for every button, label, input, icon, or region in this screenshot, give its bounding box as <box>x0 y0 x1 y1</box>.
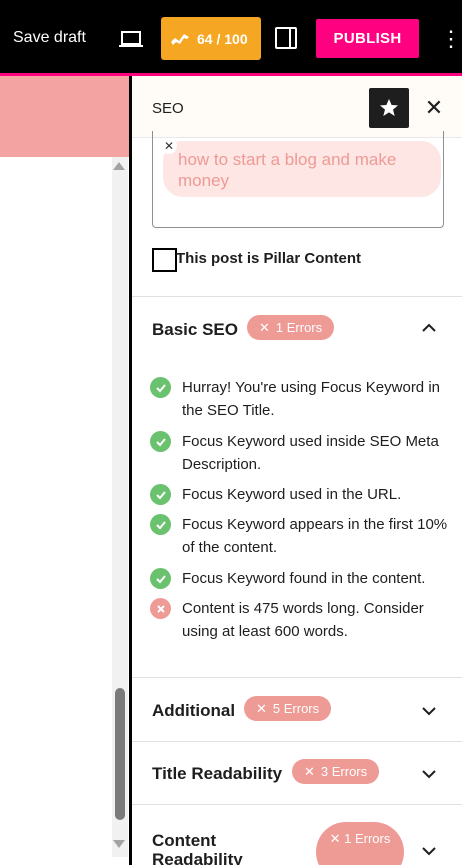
more-options-icon[interactable]: ⋮ <box>440 24 462 54</box>
remove-keyword-icon[interactable]: ✕ <box>161 138 177 154</box>
check-item: Focus Keyword used inside SEO Meta Descr… <box>150 430 450 476</box>
divider <box>132 741 462 742</box>
check-text: Focus Keyword found in the content. <box>182 570 426 587</box>
check-success-icon <box>150 431 171 452</box>
chevron-up-icon[interactable] <box>421 320 437 336</box>
pin-star-button[interactable] <box>369 88 409 128</box>
title-readability-error-badge: ✕ 3 Errors <box>292 759 380 784</box>
check-success-icon <box>150 377 171 398</box>
check-error-icon <box>150 598 171 619</box>
check-text: Content is 475 words long. Consider usin… <box>182 600 424 640</box>
editor-canvas[interactable] <box>0 76 129 865</box>
error-x-icon: ✕ <box>256 700 267 716</box>
error-x-icon: ✕ <box>304 763 315 779</box>
check-item: Content is 475 words long. Consider usin… <box>150 597 450 643</box>
check-item: Focus Keyword used in the URL. <box>150 483 450 506</box>
chevron-down-icon[interactable] <box>421 766 437 782</box>
content-readability-error-badge: ✕ 1 Errors <box>316 822 404 865</box>
editor-selected-block[interactable] <box>0 76 129 157</box>
save-draft-button[interactable]: Save draft <box>13 29 86 47</box>
check-success-icon <box>150 484 171 505</box>
divider <box>132 804 462 805</box>
additional-error-badge: ✕ 5 Errors <box>244 696 332 721</box>
rank-math-icon <box>171 33 189 45</box>
pillar-content-label: This post is Pillar Content <box>176 250 362 267</box>
error-count: 5 Errors <box>272 701 320 716</box>
check-item: Focus Keyword found in the content. <box>150 567 450 590</box>
sidebar-title: SEO <box>152 100 184 117</box>
error-count: 1 Errors <box>344 831 391 846</box>
scroll-thumb[interactable] <box>115 688 125 820</box>
basic-seo-error-badge: ✕ 1 Errors <box>247 315 335 340</box>
scroll-down-arrow-icon[interactable] <box>113 840 125 848</box>
seo-score-button[interactable]: 64 / 100 <box>161 17 261 60</box>
star-icon <box>380 99 398 116</box>
error-count: 1 Errors <box>275 320 323 335</box>
check-text: Hurray! You're using Focus Keyword in th… <box>182 379 440 419</box>
content-readability-title[interactable]: Content Readability <box>152 831 272 865</box>
pillar-content-row[interactable]: This post is Pillar Content <box>152 248 361 272</box>
additional-title[interactable]: Additional <box>152 701 235 721</box>
seo-score-value: 64 / 100 <box>197 30 248 47</box>
check-item: Hurray! You're using Focus Keyword in th… <box>150 376 450 422</box>
scroll-up-arrow-icon[interactable] <box>113 162 125 170</box>
chevron-down-icon[interactable] <box>421 703 437 719</box>
error-x-icon: ✕ <box>259 319 270 335</box>
laptop-icon[interactable] <box>117 25 145 53</box>
check-success-icon <box>150 514 171 535</box>
check-text: Focus Keyword used inside SEO Meta Descr… <box>182 433 439 473</box>
publish-button[interactable]: PUBLISH <box>316 19 419 58</box>
top-toolbar: Save draft 64 / 100 PUBLISH ⋮ <box>0 0 462 76</box>
divider <box>132 677 462 678</box>
title-readability-title[interactable]: Title Readability <box>152 764 282 784</box>
close-icon[interactable]: ✕ <box>424 96 444 120</box>
check-text: Focus Keyword used in the URL. <box>182 486 402 503</box>
check-item: Focus Keyword appears in the first 10% o… <box>150 513 450 559</box>
check-success-icon <box>150 568 171 589</box>
seo-sidebar: SEO ✕ how to start a blog and make money… <box>132 76 462 865</box>
sidebar-header: SEO ✕ <box>132 76 462 138</box>
error-count: 3 Errors <box>320 764 368 779</box>
sidebar-toggle-icon[interactable] <box>275 27 297 49</box>
divider <box>132 296 462 297</box>
pillar-content-checkbox[interactable] <box>152 248 177 272</box>
basic-seo-title[interactable]: Basic SEO <box>152 320 238 340</box>
error-x-icon: ✕ <box>329 831 341 846</box>
chevron-down-icon[interactable] <box>421 843 437 859</box>
check-text: Focus Keyword appears in the first 10% o… <box>182 516 448 556</box>
focus-keyword-text: how to start a blog and make money <box>178 150 397 190</box>
